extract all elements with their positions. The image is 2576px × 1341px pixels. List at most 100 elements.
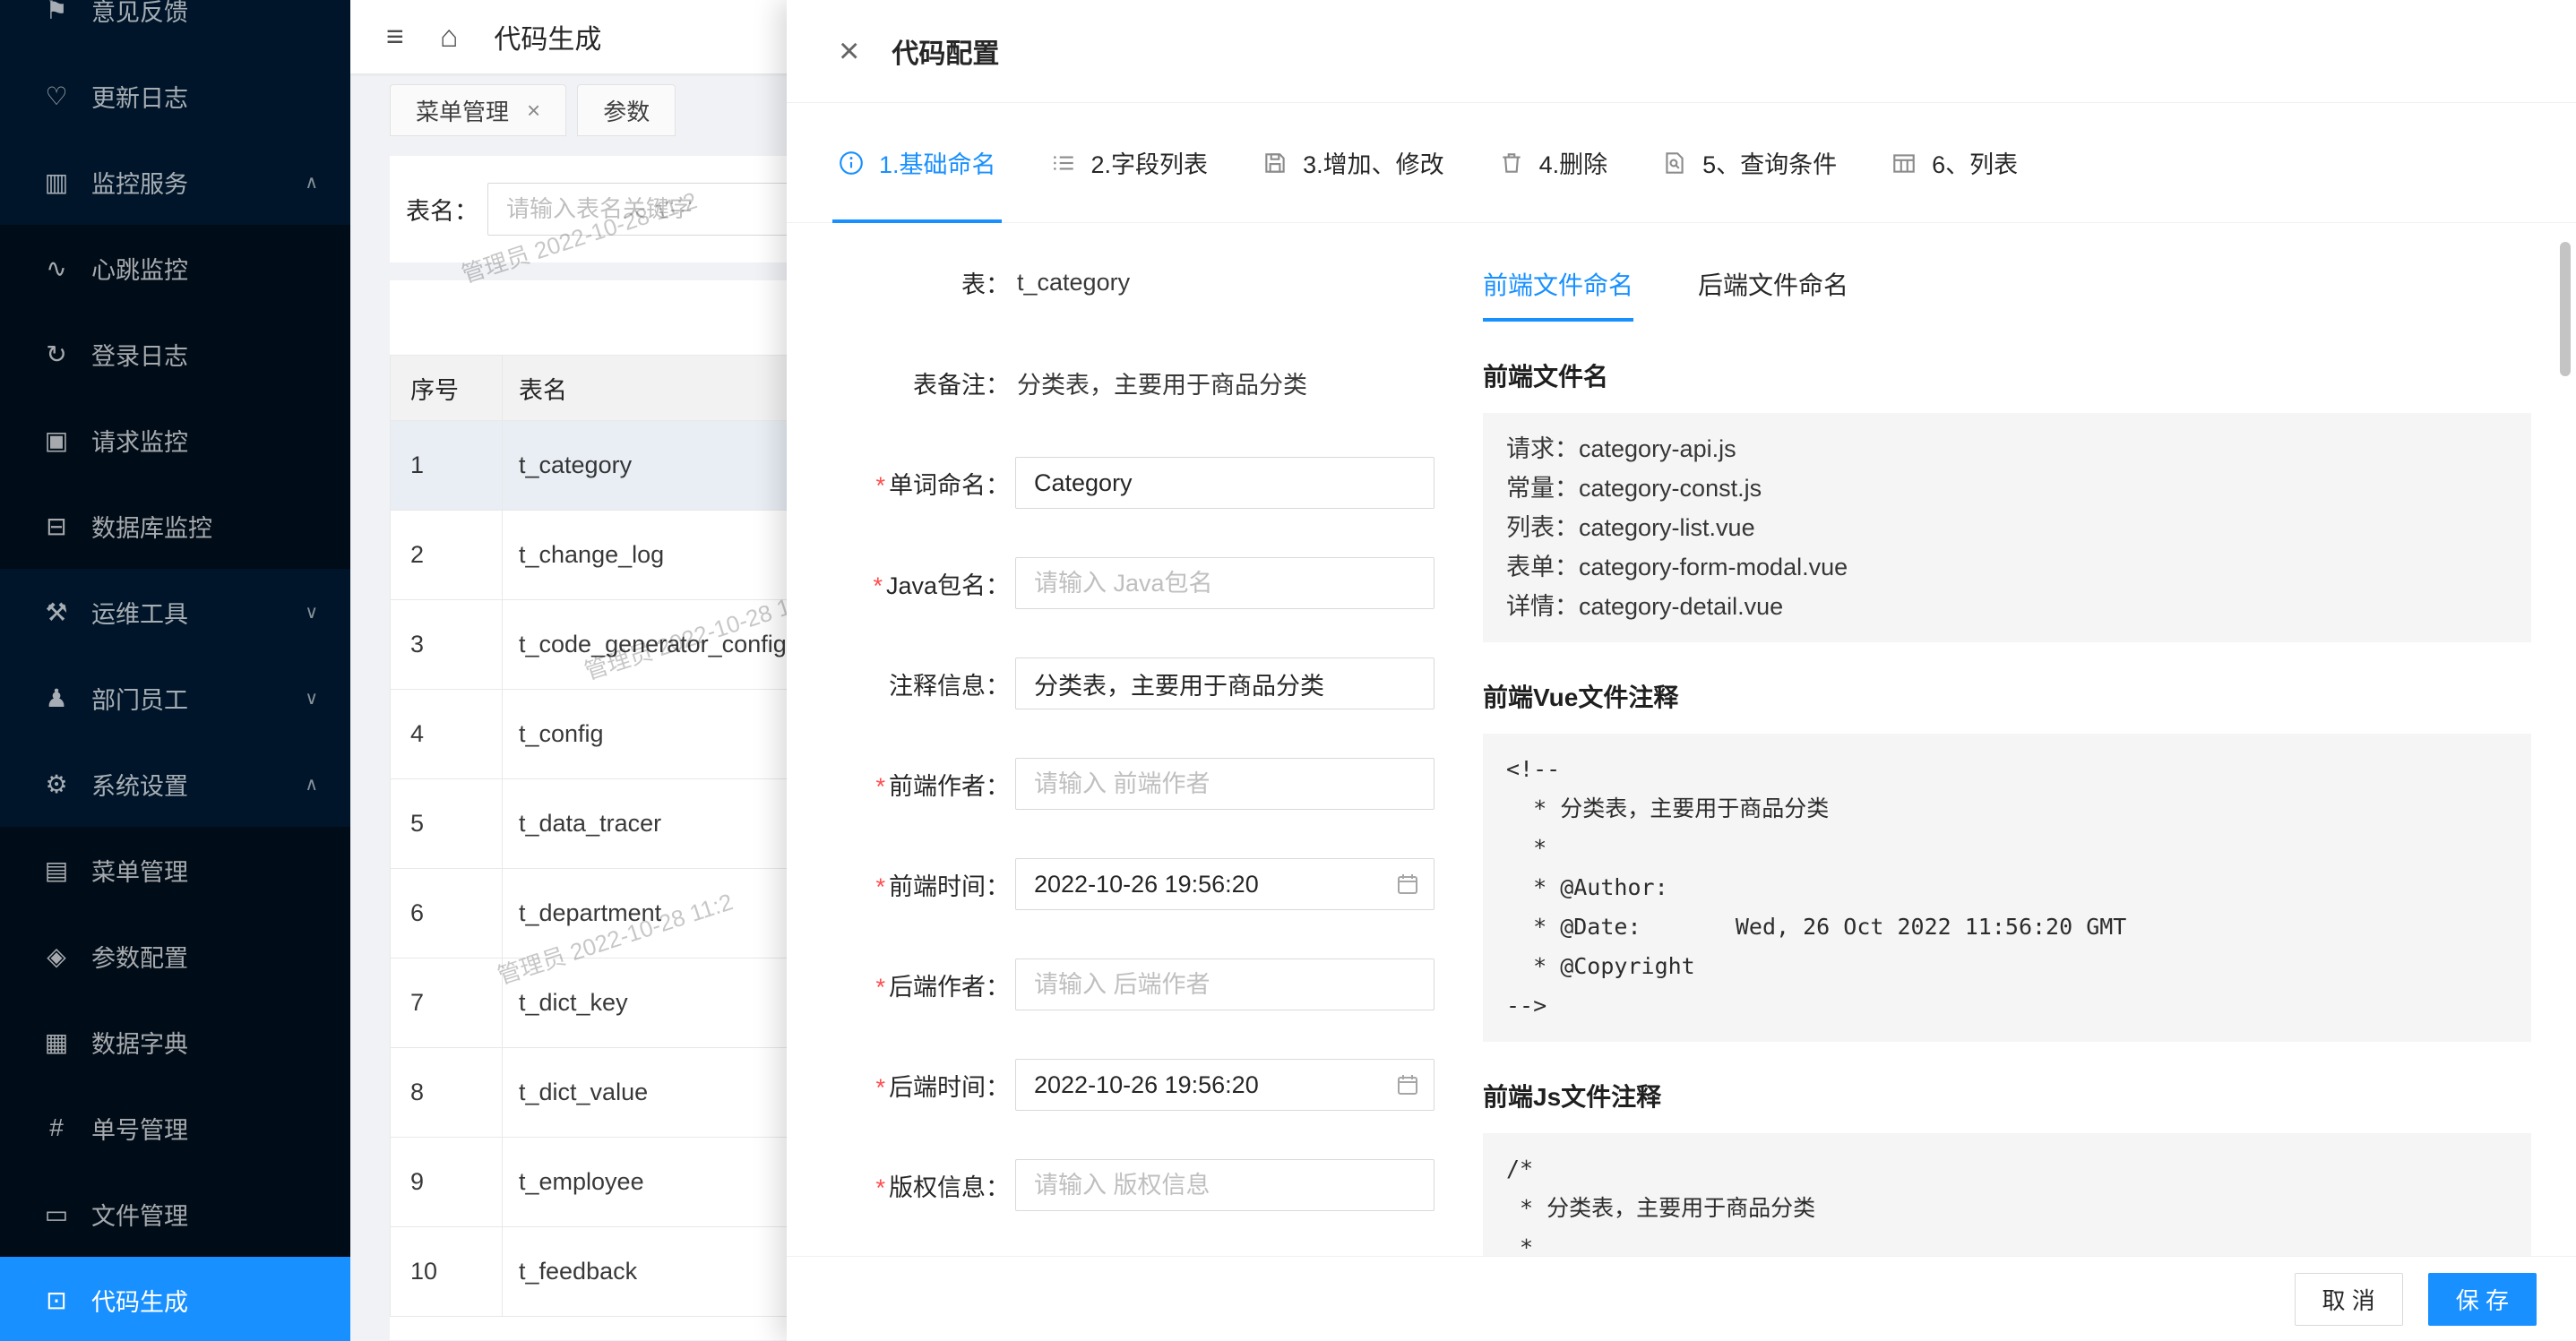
form-field-input[interactable]	[1015, 1159, 1434, 1211]
save-button[interactable]: 保 存	[2428, 1273, 2537, 1326]
table-name-label: 表名：	[406, 192, 478, 227]
sidebar-item[interactable]: ♡ 更新日志	[0, 53, 350, 139]
drawer-title: 代码配置	[892, 31, 999, 71]
form-field-row: *注释信息：	[838, 657, 1429, 710]
sidebar-item[interactable]: ▤ 菜单管理	[0, 827, 350, 913]
form-field-row: *前端时间：	[838, 857, 1429, 911]
sidebar-item[interactable]: ♟ 部门员工 ∨	[0, 655, 350, 741]
tab-param-config[interactable]: 参数	[577, 84, 676, 136]
sidebar-item[interactable]: ⊡ 代码生成	[0, 1257, 350, 1341]
sidebar-item[interactable]: ⊟ 数据库监控	[0, 483, 350, 569]
form-field-input[interactable]	[1015, 758, 1434, 810]
form-field-input[interactable]	[1015, 658, 1434, 709]
file-name-line: 列表：category-list.vue	[1506, 508, 2508, 547]
caret-icon: ∨	[305, 687, 318, 709]
table-icon	[1891, 150, 1917, 176]
calendar-icon[interactable]	[1395, 872, 1420, 897]
serial-number-icon: #	[41, 1113, 72, 1142]
sidebar-item[interactable]: ◈ 参数配置	[0, 913, 350, 999]
tab-label: 参数	[603, 94, 650, 127]
tab-backend-file-naming[interactable]: 后端文件命名	[1698, 266, 1848, 322]
sidebar-item[interactable]: ⚑ 意见反馈	[0, 0, 350, 53]
required-asterisk: *	[875, 1174, 885, 1201]
form-field-row: *后端时间：	[838, 1058, 1429, 1112]
info-circle-icon	[838, 150, 865, 176]
sidebar-item[interactable]: ▭ 文件管理	[0, 1171, 350, 1257]
database-monitor-icon: ⊟	[41, 511, 72, 541]
step-list-columns[interactable]: 6、列表	[1891, 103, 2018, 222]
required-asterisk: *	[873, 572, 883, 599]
sidebar-item-label: 代码生成	[91, 1283, 188, 1318]
config-form: 表： t_category 表备注： 分类表，主要用于商品分类 *单词命名：	[838, 255, 1429, 1256]
form-field-input[interactable]	[1015, 1059, 1434, 1111]
step-query-conditions[interactable]: 5、查询条件	[1661, 103, 1837, 222]
caret-icon: ∨	[305, 601, 318, 623]
drawer-body: 表： t_category 表备注： 分类表，主要用于商品分类 *单词命名：	[787, 223, 2576, 1256]
sidebar-item[interactable]: ▣ 请求监控	[0, 397, 350, 483]
vue-comment-title: 前端Vue文件注释	[1483, 678, 2531, 714]
form-field-row: *后端作者：	[838, 958, 1429, 1011]
form-field-label: *版权信息：	[838, 1168, 1010, 1203]
sidebar-item[interactable]: # 单号管理	[0, 1085, 350, 1171]
row-no: 2	[391, 511, 503, 600]
file-name-line: 表单：category-form-modal.vue	[1506, 547, 2508, 587]
tab-frontend-file-naming[interactable]: 前端文件命名	[1483, 266, 1633, 322]
heartbeat-monitor-icon: ∿	[41, 254, 72, 283]
sidebar-item[interactable]: ⚒ 运维工具 ∨	[0, 569, 350, 655]
sidebar-item-label: 运维工具	[91, 595, 188, 630]
step-delete[interactable]: 4.删除	[1498, 103, 1608, 222]
sidebar-item-label: 参数配置	[91, 939, 188, 974]
sidebar-item-label: 意见反馈	[91, 0, 188, 28]
file-name-line: 详情：category-detail.vue	[1506, 587, 2508, 626]
sidebar-item[interactable]: ↻ 登录日志	[0, 311, 350, 397]
form-field-label: *Java包名：	[838, 566, 1010, 601]
row-no: 10	[391, 1227, 503, 1317]
form-field-input[interactable]	[1015, 958, 1434, 1010]
calendar-icon[interactable]	[1395, 1072, 1420, 1097]
sidebar-item[interactable]: ▦ 数据字典	[0, 999, 350, 1085]
form-field-input[interactable]	[1015, 457, 1434, 509]
code-generation-icon: ⊡	[41, 1285, 72, 1315]
table-name-row: 表： t_category	[838, 255, 1429, 309]
form-field-label: *单词命名：	[838, 466, 1010, 501]
sidebar-item-label: 系统设置	[91, 767, 188, 802]
cancel-button[interactable]: 取 消	[2295, 1273, 2403, 1326]
required-asterisk: *	[875, 1074, 885, 1101]
page-title: 代码生成	[494, 17, 601, 56]
step-add-modify[interactable]: 3.增加、修改	[1262, 103, 1444, 222]
sidebar-item[interactable]: ∿ 心跳监控	[0, 225, 350, 311]
tab-close-icon[interactable]: ×	[527, 97, 540, 125]
menu-management-icon: ▤	[41, 855, 72, 885]
row-no: 6	[391, 869, 503, 958]
table-value: t_category	[1017, 269, 1130, 297]
system-settings-icon: ⚙	[41, 769, 72, 799]
file-management-icon: ▭	[41, 1199, 72, 1229]
sidebar-item[interactable]: ⚙ 系统设置 ∧	[0, 741, 350, 827]
sidebar-item-label: 更新日志	[91, 79, 188, 114]
table-name-search-input[interactable]	[487, 183, 830, 236]
menu-collapse-icon[interactable]: ≡	[386, 20, 404, 55]
list-icon	[1050, 150, 1077, 176]
sidebar-menu: ⚑ 意见反馈 ♡ 更新日志 ▥ 监控服务 ∧ ∿	[0, 0, 350, 1341]
preview-tabs: 前端文件命名 后端文件命名	[1483, 266, 2531, 322]
home-icon[interactable]: ⌂	[440, 20, 459, 55]
step-basic-naming[interactable]: 1.基础命名	[838, 103, 996, 222]
form-field-input[interactable]	[1015, 557, 1434, 609]
changelog-icon: ♡	[41, 82, 72, 111]
tab-menu-management[interactable]: 菜单管理 ×	[390, 84, 566, 136]
sidebar-item-label: 数据库监控	[91, 509, 212, 544]
login-log-icon: ↻	[41, 340, 72, 369]
form-field-label: *前端时间：	[838, 867, 1010, 902]
close-icon[interactable]: ×	[839, 33, 859, 69]
sidebar-item-label: 文件管理	[91, 1197, 188, 1232]
js-comment-title: 前端Js文件注释	[1483, 1078, 2531, 1113]
required-asterisk: *	[875, 472, 885, 499]
form-field-label: *后端时间：	[838, 1068, 1010, 1103]
form-field-input[interactable]	[1015, 858, 1434, 910]
sidebar-item[interactable]: ▥ 监控服务 ∧	[0, 139, 350, 225]
naming-preview: 前端文件命名 后端文件命名 前端文件名 请求：category-api.js 常…	[1483, 266, 2531, 1256]
drawer-scrollbar-thumb[interactable]	[2560, 242, 2571, 376]
code-config-drawer: × 代码配置 1.基础命名	[787, 0, 2576, 1341]
sidebar-item-label: 菜单管理	[91, 853, 188, 888]
step-field-list[interactable]: 2.字段列表	[1050, 103, 1209, 222]
